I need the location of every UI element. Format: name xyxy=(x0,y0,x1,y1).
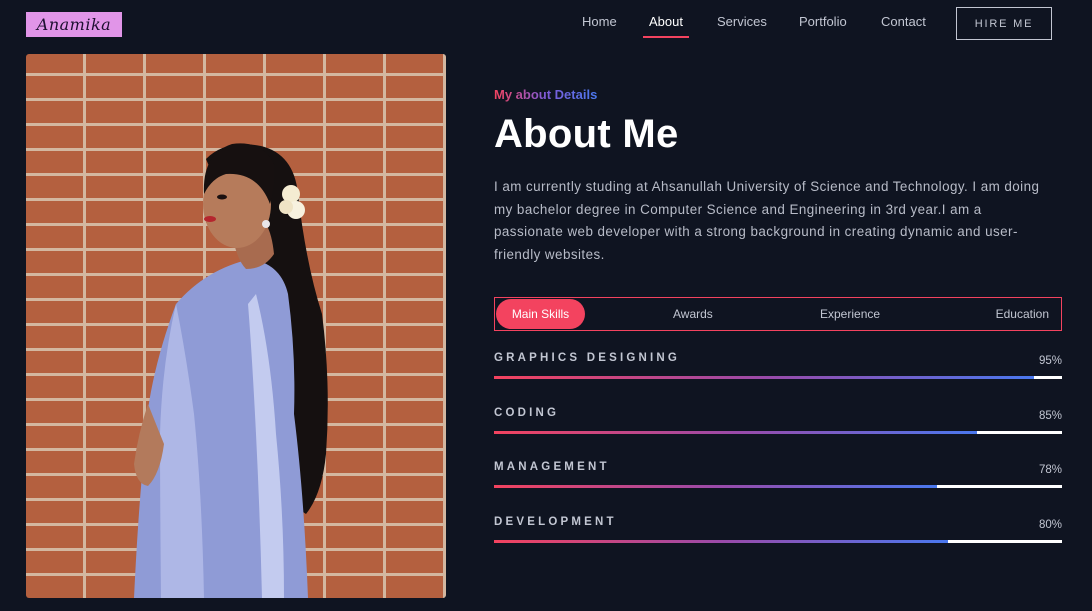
nav-home[interactable]: Home xyxy=(582,14,617,29)
hire-me-button[interactable]: HIRE ME xyxy=(956,7,1052,40)
skill-percent: 78% xyxy=(1038,464,1062,476)
skill-percent: 80% xyxy=(1038,519,1062,531)
skill-name: DEVELOPMENT xyxy=(494,516,617,528)
skill-progress-fill xyxy=(494,540,949,543)
skills-tabs: Main Skills Awards Experience Education xyxy=(494,297,1062,331)
active-underline xyxy=(643,36,689,38)
about-description: I am currently studing at Ahsanullah Uni… xyxy=(494,179,1040,262)
skill-progress-track xyxy=(494,485,1062,488)
skill-row: DEVELOPMENT 80% xyxy=(494,516,1062,556)
nav-portfolio[interactable]: Portfolio xyxy=(799,14,847,29)
nav-portfolio-label: Portfolio xyxy=(799,14,847,29)
site-header: Anamika Home About Services Portfolio Co… xyxy=(0,0,1092,50)
nav-contact[interactable]: Contact xyxy=(881,14,926,29)
tab-education[interactable]: Education xyxy=(996,298,1049,330)
skill-name: CODING xyxy=(494,407,560,419)
profile-photo xyxy=(26,54,446,598)
section-eyebrow: My about Details xyxy=(494,87,598,102)
nav-about[interactable]: About xyxy=(643,14,689,38)
tab-main-skills[interactable]: Main Skills xyxy=(496,299,585,329)
skill-row: CODING 85% xyxy=(494,407,1062,447)
skill-progress-track xyxy=(494,540,1062,543)
skill-progress-fill xyxy=(494,376,1034,379)
portrait-illustration xyxy=(134,143,328,598)
site-logo[interactable]: Anamika xyxy=(26,12,122,37)
skill-percent: 85% xyxy=(1038,410,1062,422)
skill-progress-track xyxy=(494,376,1062,379)
skill-row: MANAGEMENT 78% xyxy=(494,461,1062,501)
skill-row: GRAPHICS DESIGNING 95% xyxy=(494,352,1062,392)
skill-name: MANAGEMENT xyxy=(494,461,610,473)
tab-awards[interactable]: Awards xyxy=(673,298,713,330)
skill-progress-fill xyxy=(494,431,977,434)
skill-percent: 95% xyxy=(1038,355,1062,367)
nav-services[interactable]: Services xyxy=(717,14,767,29)
page-title: About Me xyxy=(494,112,679,156)
nav-contact-label: Contact xyxy=(881,14,926,29)
skill-name: GRAPHICS DESIGNING xyxy=(494,352,681,364)
skill-progress-fill xyxy=(494,485,938,488)
nav-about-label: About xyxy=(649,14,683,29)
tab-experience[interactable]: Experience xyxy=(820,298,880,330)
skill-progress-track xyxy=(494,431,1062,434)
nav-services-label: Services xyxy=(717,14,767,29)
nav-home-label: Home xyxy=(582,14,617,29)
